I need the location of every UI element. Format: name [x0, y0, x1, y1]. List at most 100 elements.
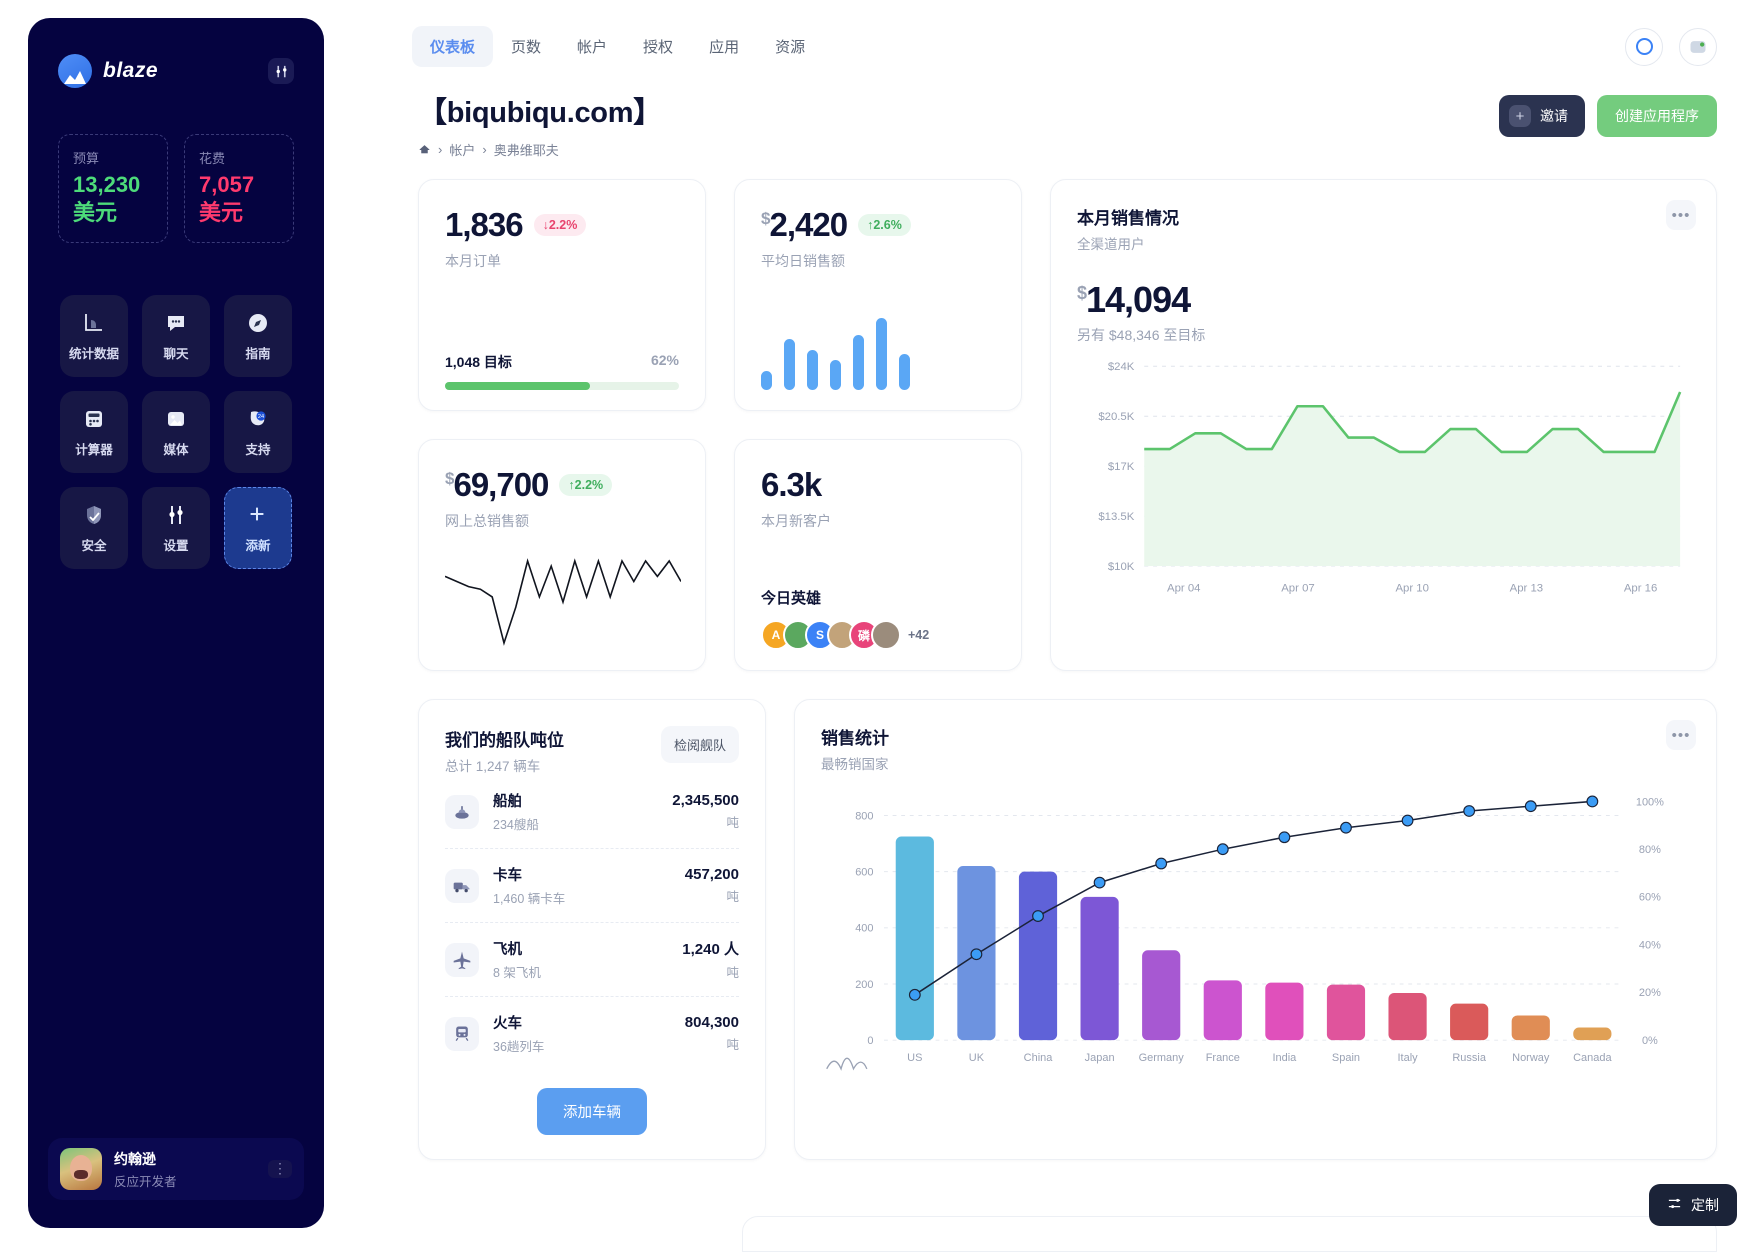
bar[interactable] [1203, 980, 1242, 1041]
y-axis-tick: 200 [855, 979, 873, 991]
x-axis-tick: Apr 16 [1624, 583, 1657, 595]
monthly-sales-subtitle: 全渠道用户 [1077, 237, 1145, 252]
shield-icon [82, 503, 106, 527]
orders-goal-label: 1,048 目标 [445, 354, 512, 370]
bar[interactable] [1573, 1027, 1612, 1041]
cumulative-marker[interactable] [908, 988, 921, 1001]
bar[interactable] [1511, 1015, 1550, 1041]
x-axis-tick: Canada [1573, 1052, 1612, 1064]
mini-bar [784, 339, 795, 390]
x-axis-tick: France [1206, 1052, 1240, 1064]
sidebar-item-support[interactable]: 24 支持 [224, 391, 292, 473]
sidebar-item-calculator[interactable]: 计算器 [60, 391, 128, 473]
cumulative-marker[interactable] [1401, 814, 1414, 827]
fleet-row-value: 804,300 [684, 1014, 739, 1031]
cumulative-marker[interactable] [1524, 800, 1537, 813]
user-profile[interactable]: 约翰逊 反应开发者 ⋮ [48, 1138, 304, 1200]
bar[interactable] [895, 836, 934, 1041]
customize-button[interactable]: 定制 [1649, 1184, 1737, 1226]
cumulative-line [914, 800, 1593, 996]
monthly-sales-value: $14,094 [1077, 279, 1191, 320]
fleet-row[interactable]: 卡车 1,460 辆卡车 457,200 吨 [445, 849, 739, 923]
y-axis-tick: $20.5K [1098, 411, 1134, 423]
fleet-row[interactable]: 船舶 234艘船 2,345,500 吨 [445, 775, 739, 849]
sidebar-item-add[interactable]: 添新 [224, 487, 292, 569]
compass-icon [246, 311, 270, 335]
fleet-row-name: 卡车 [493, 868, 522, 884]
bar[interactable] [1080, 896, 1119, 1041]
fleet-row[interactable]: 火车 36趟列车 804,300 吨 [445, 997, 739, 1070]
cumulative-marker[interactable] [1032, 910, 1044, 922]
cumulative-marker[interactable] [1278, 831, 1291, 844]
fleet-row-count: 8 架飞机 [493, 966, 541, 980]
fleet-row-count: 36趟列车 [493, 1040, 545, 1054]
dashboard-grid: 1,836 ↓2.2% 本月订单 1,048 目标 62% $69,700 ↑2… [324, 159, 1753, 1252]
plus-icon: + [1509, 105, 1531, 127]
home-icon[interactable] [418, 143, 431, 156]
bar[interactable] [1450, 1003, 1489, 1041]
support-24-icon: 24 [246, 407, 270, 431]
plus-icon [246, 503, 270, 527]
bar[interactable] [1018, 871, 1058, 1041]
review-fleet-button[interactable]: 检阅舰队 [660, 726, 739, 763]
sliders-icon[interactable] [268, 58, 294, 84]
fleet-row[interactable]: 飞机 8 架飞机 1,240 人吨 [445, 923, 739, 997]
sales-statistics-pareto-chart: 0 200 400 600 800 US UK China Japan Germany France… [826, 795, 1664, 1071]
sidebar-item-guide[interactable]: 指南 [224, 295, 292, 377]
new-customers-value: 6.3k [761, 466, 822, 503]
tab-auth[interactable]: 授权 [625, 26, 691, 67]
topbar-actions [1625, 27, 1753, 66]
kebab-icon[interactable]: ••• [1666, 200, 1696, 230]
spend-value: 7,057 美元 [199, 172, 255, 225]
breadcrumb-accounts[interactable]: 帐户 [449, 140, 475, 159]
avg-daily-bar-chart [761, 318, 995, 390]
brand-row: blaze [28, 18, 324, 88]
sidebar-item-stats[interactable]: 统计数据 [60, 295, 128, 377]
orders-headline: 1,836 ↓2.2% [445, 206, 679, 244]
tab-pages[interactable]: 页数 [493, 26, 559, 67]
sidebar-item-label: 聊天 [163, 346, 189, 361]
cumulative-marker[interactable] [1586, 795, 1599, 808]
x-axis-tick: UK [969, 1052, 985, 1064]
bar[interactable] [1326, 984, 1366, 1041]
legend-sparkline-icon[interactable] [826, 1057, 868, 1071]
sidebar-item-settings[interactable]: 设置 [142, 487, 210, 569]
cumulative-marker[interactable] [1155, 857, 1168, 870]
sidebar-item-media[interactable]: 媒体 [142, 391, 210, 473]
budget-spend-row: 预算 13,230 美元 花费 7,057 美元 [28, 88, 324, 243]
bar[interactable] [1265, 982, 1304, 1041]
kebab-icon[interactable]: ••• [1666, 720, 1696, 750]
fleet-card: 我们的船队吨位 总计 1,247 辆车 检阅舰队 船舶 234艘船 2,345,50… [418, 699, 766, 1160]
online-total-headline: $69,700 ↑2.2% [445, 466, 679, 504]
mini-bar [876, 318, 887, 390]
sidebar-item-chat[interactable]: 聊天 [142, 295, 210, 377]
add-vehicle-button[interactable]: 添加车辆 [537, 1088, 647, 1135]
invite-button[interactable]: + 邀请 [1499, 95, 1585, 137]
cumulative-marker[interactable] [970, 948, 983, 961]
cumulative-marker[interactable] [1093, 876, 1106, 889]
tab-dashboard[interactable]: 仪表板 [412, 26, 494, 67]
orders-value: 1,836 [445, 206, 524, 243]
y-axis-tick: 400 [855, 923, 873, 935]
x-axis-tick: Japan [1085, 1052, 1115, 1064]
avatar[interactable] [871, 620, 901, 650]
loading-ring-icon[interactable] [1625, 27, 1663, 66]
tab-resources[interactable]: 资源 [757, 26, 823, 67]
x-axis-tick: Norway [1512, 1052, 1550, 1064]
bar[interactable] [1142, 950, 1181, 1041]
account-avatar-icon[interactable] [1679, 27, 1717, 66]
tab-accounts[interactable]: 帐户 [559, 26, 625, 67]
breadcrumb-sep: › [438, 142, 443, 157]
sidebar-item-security[interactable]: 安全 [60, 487, 128, 569]
create-app-button[interactable]: 创建应用程序 [1597, 95, 1717, 137]
cumulative-marker[interactable] [1216, 843, 1229, 856]
column-orders: 1,836 ↓2.2% 本月订单 1,048 目标 62% $69,700 ↑2… [418, 179, 706, 671]
cumulative-marker[interactable] [1340, 821, 1352, 834]
tab-apps[interactable]: 应用 [691, 26, 757, 67]
cumulative-marker[interactable] [1463, 805, 1476, 817]
heroes-avatar-stack[interactable]: A S 磷 +42 [761, 620, 995, 650]
kebab-icon[interactable]: ⋮ [268, 1160, 292, 1178]
bar[interactable] [1388, 992, 1427, 1041]
row-bottom: 我们的船队吨位 总计 1,247 辆车 检阅舰队 船舶 234艘船 2,345,50… [418, 699, 1717, 1160]
brand-name: blaze [103, 59, 159, 82]
